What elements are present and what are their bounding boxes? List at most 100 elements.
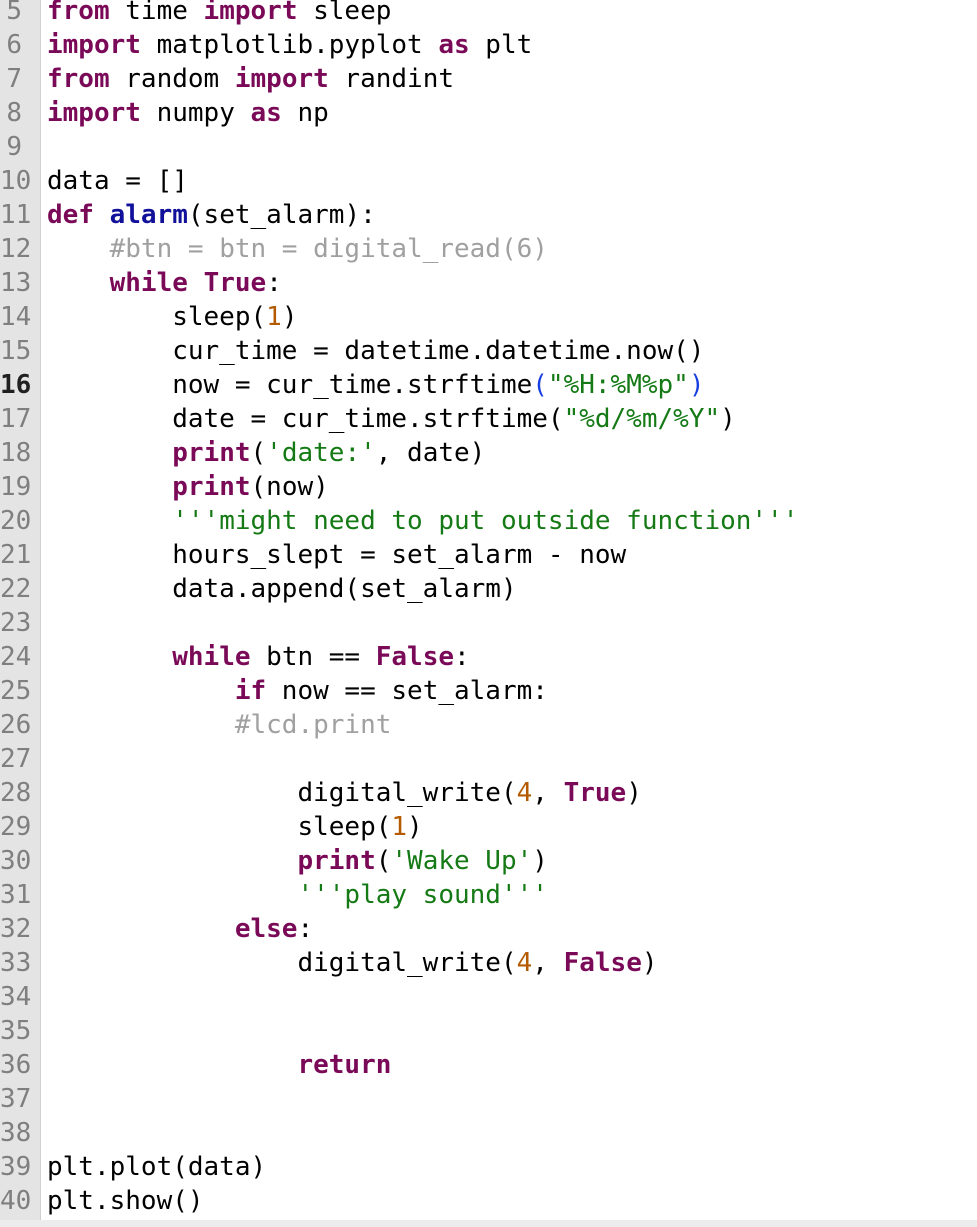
paren-match-token: ( [532,370,548,400]
line-number: 14 [0,302,32,332]
code-line[interactable]: 17 date = cur_time.strftime("%d/%m/%Y") [0,402,977,436]
code-line[interactable]: 13 while True: [0,266,977,300]
code-line[interactable]: 29 sleep(1) [0,810,977,844]
code-line[interactable]: 25 if now == set_alarm: [0,674,977,708]
number-token: 4 [516,778,533,808]
code-line[interactable]: 6 import matplotlib.pyplot as plt [0,28,977,62]
code-token: now = cur_time.strftime [47,370,533,400]
code-token: ) [641,948,658,978]
code-line[interactable]: 12 #btn = btn = digital_read(6) [0,232,977,266]
code-line[interactable]: 33 digital_write(4, False) [0,946,977,980]
line-number: 34 [0,982,32,1012]
line-number: 5 [6,0,22,26]
code-token: np [281,98,329,128]
code-line[interactable]: 18 print('date:', date) [0,436,977,470]
code-token: : [454,642,470,672]
code-text: now = cur_time.strftime("%H:%M%p") [47,368,704,402]
code-line[interactable]: 31 '''play sound''' [0,878,977,912]
code-text: if now == set_alarm: [47,674,548,708]
code-token: random [109,64,235,94]
code-line[interactable]: 39 plt.plot(data) [0,1150,977,1184]
code-token: sleep [297,0,392,26]
line-number: 18 [0,438,32,468]
line-number: 27 [0,744,32,774]
code-text: '''might need to put outside function''' [47,504,798,538]
code-line[interactable]: 34 [0,980,977,1014]
keyword-token: while [109,268,188,298]
code-text: print(now) [47,470,329,504]
code-line[interactable]: 11 def alarm(set_alarm): [0,198,977,232]
code-line[interactable]: 9 [0,130,977,164]
code-token: , date) [375,438,486,468]
keyword-token: print [172,438,251,468]
code-line[interactable]: 19 print(now) [0,470,977,504]
line-number: 26 [0,710,32,740]
code-line[interactable]: 5 from time import sleep [0,0,977,28]
code-line[interactable]: 20 '''might need to put outside function… [0,504,977,538]
code-line[interactable]: 16 now = cur_time.strftime("%H:%M%p") [0,368,977,402]
keyword-token: while [172,642,251,672]
code-editor[interactable]: 5 from time import sleep 6 import matplotli… [0,0,977,1221]
code-line[interactable]: 23 [0,606,977,640]
code-token: ) [281,302,298,332]
code-line[interactable]: 36 return [0,1048,977,1082]
code-line[interactable]: 38 [0,1116,977,1150]
code-token: digital_write( [47,778,517,808]
code-line[interactable]: 26 #lcd.print [0,708,977,742]
line-number: 25 [0,676,32,706]
code-line[interactable]: 14 sleep(1) [0,300,977,334]
code-token: plt.show() [47,1186,204,1216]
keyword-token: import [47,98,141,128]
keyword-token: if [234,676,267,706]
line-number: 22 [0,574,32,604]
code-line[interactable]: 8 import numpy as np [0,96,977,130]
code-text: data.append(set_alarm) [47,572,516,606]
code-text: while True: [47,266,282,300]
number-token: 1 [391,812,408,842]
code-line[interactable]: 10 data = [] [0,164,977,198]
line-number: 23 [0,608,32,638]
keyword-token: True [563,778,627,808]
code-line[interactable]: 15 cur_time = datetime.datetime.now() [0,334,977,368]
code-line[interactable]: 37 [0,1082,977,1116]
code-token: ) [626,778,642,808]
code-line[interactable]: 7 from random import randint [0,62,977,96]
code-text: plt.show() [47,1184,204,1218]
keyword-token: from [47,0,110,26]
comment-token: #lcd.print [234,710,392,740]
code-line[interactable]: 28 digital_write(4, True) [0,776,977,810]
code-line[interactable]: 32 else: [0,912,977,946]
keyword-token: import [203,0,298,26]
code-token: matplotlib.pyplot [140,30,439,60]
keyword-token: True [203,268,267,298]
code-line[interactable]: 21 hours_slept = set_alarm - now [0,538,977,572]
line-number: 36 [0,1050,32,1080]
code-text: print('Wake Up') [47,844,547,878]
keyword-token: def [47,200,94,230]
function-name-token: alarm [109,200,188,230]
line-number: 21 [0,540,32,570]
code-line[interactable]: 24 while btn == False: [0,640,977,674]
horizontal-scrollbar[interactable] [0,1220,977,1227]
code-token: (now) [250,472,329,502]
code-line[interactable]: 22 data.append(set_alarm) [0,572,977,606]
code-line[interactable]: 35 [0,1014,977,1048]
code-line[interactable]: 30 print('Wake Up') [0,844,977,878]
code-line[interactable]: 40 plt.show() [0,1184,977,1218]
line-number: 11 [0,200,32,230]
number-token: 1 [266,302,282,332]
line-number: 35 [0,1016,32,1046]
code-token: now == set_alarm: [266,676,548,706]
keyword-token: False [375,642,455,672]
code-text: digital_write(4, True) [47,776,642,810]
code-token: numpy [140,98,251,128]
line-number: 33 [0,948,32,978]
line-number: 15 [0,336,32,366]
code-line[interactable]: 27 [0,742,977,776]
code-token: date = cur_time.strftime( [47,404,564,434]
